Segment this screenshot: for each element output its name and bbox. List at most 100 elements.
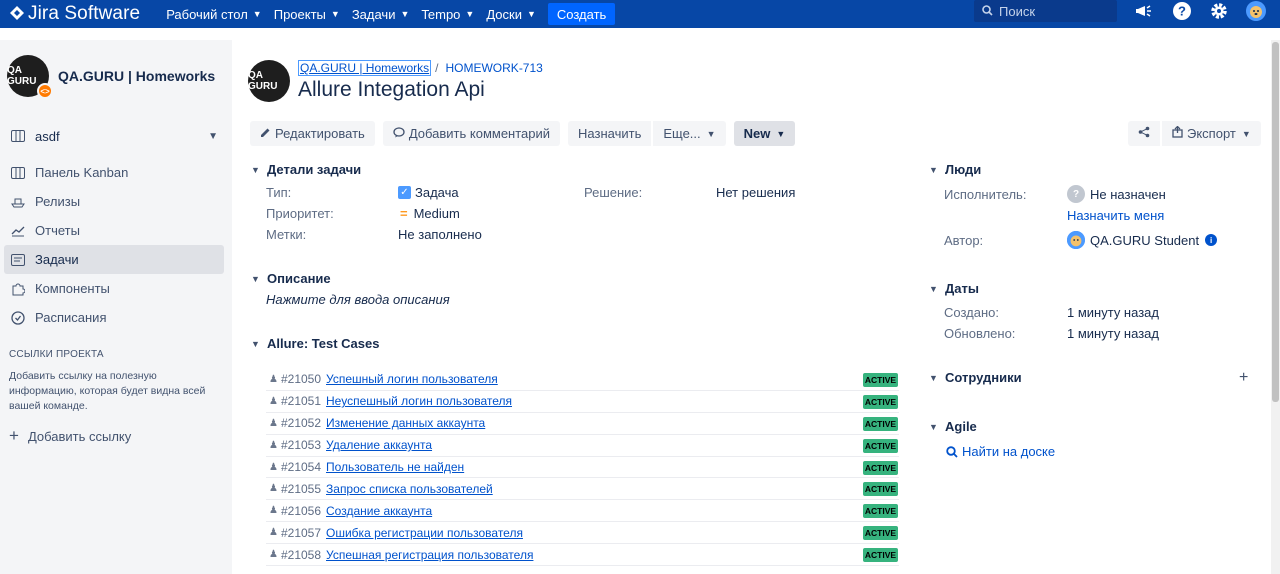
nav-issues[interactable]: Задачи ▼ xyxy=(352,7,410,22)
test-case-link[interactable]: Запрос списка пользователей xyxy=(326,482,493,496)
project-name: QA.GURU | Homeworks xyxy=(58,68,216,84)
agile-heading: Agile xyxy=(945,419,977,434)
sidebar-item-reports[interactable]: Отчеты xyxy=(4,216,224,245)
test-case-link[interactable]: Удаление аккаунта xyxy=(326,438,432,452)
description-placeholder[interactable]: Нажмите для ввода описания xyxy=(266,292,450,307)
add-comment-label: Добавить комментарий xyxy=(408,126,551,141)
reporter-value[interactable]: QA.GURU Student i xyxy=(1067,231,1218,249)
test-case-row: ♟ #21057 Ошибка регистрации пользователя AC… xyxy=(266,522,899,545)
allure-heading: Allure: Test Cases xyxy=(267,336,380,351)
page-scrollbar[interactable] xyxy=(1271,40,1280,574)
created-value: 1 минуту назад xyxy=(1067,305,1159,320)
created-label: Создано: xyxy=(944,305,999,320)
code-icon: <> xyxy=(37,83,53,99)
more-button[interactable]: Еще... ▼ xyxy=(653,121,726,146)
nav-boards[interactable]: Доски ▼ xyxy=(486,7,536,22)
resolution-value: Нет решения xyxy=(716,185,796,200)
assignee-value[interactable]: ? Не назначен xyxy=(1067,185,1166,203)
people-heading: Люди xyxy=(945,162,982,177)
test-case-link[interactable]: Изменение данных аккаунта xyxy=(326,416,485,430)
sidebar-item-releases[interactable]: Релизы xyxy=(4,187,224,216)
assign-to-me-link[interactable]: Назначить меня xyxy=(1067,208,1164,223)
sidebar-item-schedules[interactable]: Расписания xyxy=(4,303,224,332)
issue-title[interactable]: Allure Integation Api xyxy=(298,78,485,102)
add-link-button[interactable]: + Добавить ссылку xyxy=(9,426,131,446)
description-heading: Описание xyxy=(267,271,331,286)
edit-label: Редактировать xyxy=(275,126,365,141)
agile-section-toggle[interactable]: ▼ Agile xyxy=(929,419,977,434)
sidebar-item-issues[interactable]: Задачи xyxy=(4,245,224,274)
assign-button[interactable]: Назначить xyxy=(568,121,652,146)
add-link-label: Добавить ссылку xyxy=(27,428,132,444)
nav-projects[interactable]: Проекты ▼ xyxy=(274,7,340,22)
search-input[interactable]: Поиск xyxy=(974,0,1117,22)
sidebar-item-kanban[interactable]: Панель Kanban xyxy=(4,158,224,187)
assignee-label: Исполнитель: xyxy=(944,187,1027,202)
chevron-down-icon: ▼ xyxy=(929,372,938,383)
jira-home-link[interactable]: Jira Software xyxy=(10,3,140,25)
gear-icon[interactable] xyxy=(1208,1,1230,21)
share-button[interactable] xyxy=(1128,121,1160,146)
test-case-link[interactable]: Пользователь не найден xyxy=(326,460,464,474)
allure-section-toggle[interactable]: ▼ Allure: Test Cases xyxy=(251,336,379,351)
chevron-down-icon: ▼ xyxy=(400,9,410,19)
export-button[interactable]: Экспорт ▼ xyxy=(1162,121,1261,146)
person-icon: ♟ xyxy=(269,483,278,495)
test-case-link[interactable]: Создание аккаунта xyxy=(326,504,432,518)
project-sidebar: QA GURU <> QA.GURU | Homeworks asdf ▼ Па… xyxy=(0,40,232,574)
project-links-description: Добавить ссылку на полезную информацию, … xyxy=(9,370,206,412)
status-badge: ACTIVE xyxy=(863,373,898,387)
status-dropdown[interactable]: New ▼ xyxy=(733,121,796,146)
status-badge: ACTIVE xyxy=(863,526,898,541)
issue-toolbar: Редактировать Добавить комментарий Назна… xyxy=(250,121,803,146)
chevron-down-icon: ▼ xyxy=(330,9,340,19)
unassigned-avatar-icon: ? xyxy=(1067,185,1085,203)
nav-dashboard[interactable]: Рабочий стол ▼ xyxy=(166,7,262,22)
megaphone-icon[interactable] xyxy=(1134,1,1156,21)
checkbox-icon: ✓ xyxy=(398,186,411,199)
help-icon[interactable]: ? xyxy=(1171,1,1193,21)
person-icon: ♟ xyxy=(269,461,278,473)
priority-value[interactable]: = Medium xyxy=(400,206,460,221)
test-case-row: ♟ #21058 Успешная регистрация пользователя… xyxy=(266,544,899,567)
person-icon: ♟ xyxy=(269,439,278,451)
breadcrumb-project-link[interactable]: QA.GURU | Homeworks xyxy=(298,60,432,76)
add-comment-button[interactable]: Добавить комментарий xyxy=(382,121,561,146)
sidebar-item-components[interactable]: Компоненты xyxy=(4,274,224,303)
description-section-toggle[interactable]: ▼ Описание xyxy=(251,271,331,286)
info-icon[interactable]: i xyxy=(1205,234,1218,246)
create-button[interactable]: Создать xyxy=(547,3,616,25)
test-case-id: #21058 xyxy=(280,547,322,562)
find-on-board-link[interactable]: Найти на доске xyxy=(946,444,1055,459)
person-icon: ♟ xyxy=(269,527,278,539)
test-case-link[interactable]: Ошибка регистрации пользователя xyxy=(326,526,523,540)
test-case-link[interactable]: Успешная регистрация пользователя xyxy=(326,548,533,562)
details-section-toggle[interactable]: ▼ Детали задачи xyxy=(251,162,361,177)
status-badge: ACTIVE xyxy=(863,482,898,497)
board-selector[interactable]: asdf ▼ xyxy=(10,128,218,144)
issue-project-avatar[interactable]: QA GURU xyxy=(248,60,290,102)
project-header[interactable]: QA GURU <> QA.GURU | Homeworks xyxy=(7,55,216,99)
chevron-down-icon: ▼ xyxy=(929,283,938,294)
test-case-link[interactable]: Неуспешный логин пользователя xyxy=(326,394,512,408)
type-value[interactable]: ✓ Задача xyxy=(398,185,459,200)
collaborators-section-toggle[interactable]: ▼ Сотрудники xyxy=(929,370,1022,385)
scrollbar-thumb[interactable] xyxy=(1272,42,1279,402)
add-collaborator-button[interactable]: + xyxy=(1239,369,1248,387)
user-avatar[interactable] xyxy=(1245,1,1267,21)
breadcrumb-issue-key[interactable]: HOMEWORK-713 xyxy=(445,61,542,75)
test-case-link[interactable]: Успешный логин пользователя xyxy=(326,372,498,386)
dates-section-toggle[interactable]: ▼ Даты xyxy=(929,281,979,296)
dates-heading: Даты xyxy=(945,281,979,296)
find-on-board-label: Найти на доске xyxy=(962,444,1056,459)
chevron-down-icon: ▼ xyxy=(1241,128,1251,139)
nav-tempo[interactable]: Tempo ▼ xyxy=(421,7,474,22)
people-section-toggle[interactable]: ▼ Люди xyxy=(929,162,981,177)
edit-button[interactable]: Редактировать xyxy=(250,121,375,146)
test-case-id: #21057 xyxy=(280,525,322,540)
chevron-down-icon: ▼ xyxy=(251,273,260,284)
reporter-label: Автор: xyxy=(944,233,984,248)
chevron-down-icon: ▼ xyxy=(929,421,938,432)
labels-value[interactable]: Не заполнено xyxy=(398,227,482,242)
chevron-down-icon: ▼ xyxy=(465,9,475,19)
